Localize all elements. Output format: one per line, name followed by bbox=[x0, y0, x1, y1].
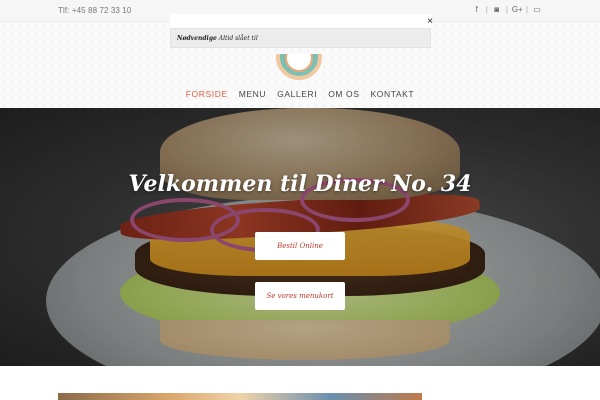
close-icon[interactable]: × bbox=[424, 16, 436, 28]
nav-item-kontakt[interactable]: KONTAKT bbox=[371, 89, 415, 99]
separator: | bbox=[505, 5, 508, 14]
nav-item-menu[interactable]: MENU bbox=[239, 89, 266, 99]
nav-item-forside[interactable]: FORSIDE bbox=[186, 89, 228, 99]
nav-item-galleri[interactable]: GALLERI bbox=[277, 89, 317, 99]
main-nav: FORSIDE MENU GALLERI OM OS KONTAKT bbox=[0, 89, 600, 99]
order-online-button[interactable]: Bestil Online bbox=[255, 232, 345, 260]
hero-title: Velkommen til Diner No. 34 bbox=[128, 171, 472, 197]
hero-section: Velkommen til Diner No. 34 Bestil Online… bbox=[0, 108, 600, 366]
popup-text-rest: Altid slået til bbox=[218, 35, 258, 42]
phone-number: Tlf: +45 88 72 33 10 bbox=[58, 6, 132, 15]
gallery-strip bbox=[58, 393, 422, 400]
google-plus-icon[interactable]: G+ bbox=[512, 5, 523, 14]
separator: | bbox=[525, 5, 528, 14]
popup-header bbox=[170, 14, 431, 28]
facebook-icon[interactable]: f bbox=[472, 5, 482, 14]
nav-item-om-os[interactable]: OM OS bbox=[328, 89, 359, 99]
cookie-popup: Nødvendige Altid slået til bbox=[170, 28, 431, 48]
instagram-icon[interactable]: ◙ bbox=[492, 5, 502, 14]
separator: | bbox=[485, 5, 488, 14]
popup-text-bold: Nødvendige bbox=[177, 35, 217, 42]
book-icon[interactable]: ▭ bbox=[532, 5, 542, 14]
popup-text: Nødvendige Altid slået til bbox=[177, 35, 258, 42]
see-menu-button[interactable]: Se vores menukort bbox=[255, 282, 345, 310]
social-links: f | ◙ | G+ | ▭ bbox=[472, 5, 542, 14]
